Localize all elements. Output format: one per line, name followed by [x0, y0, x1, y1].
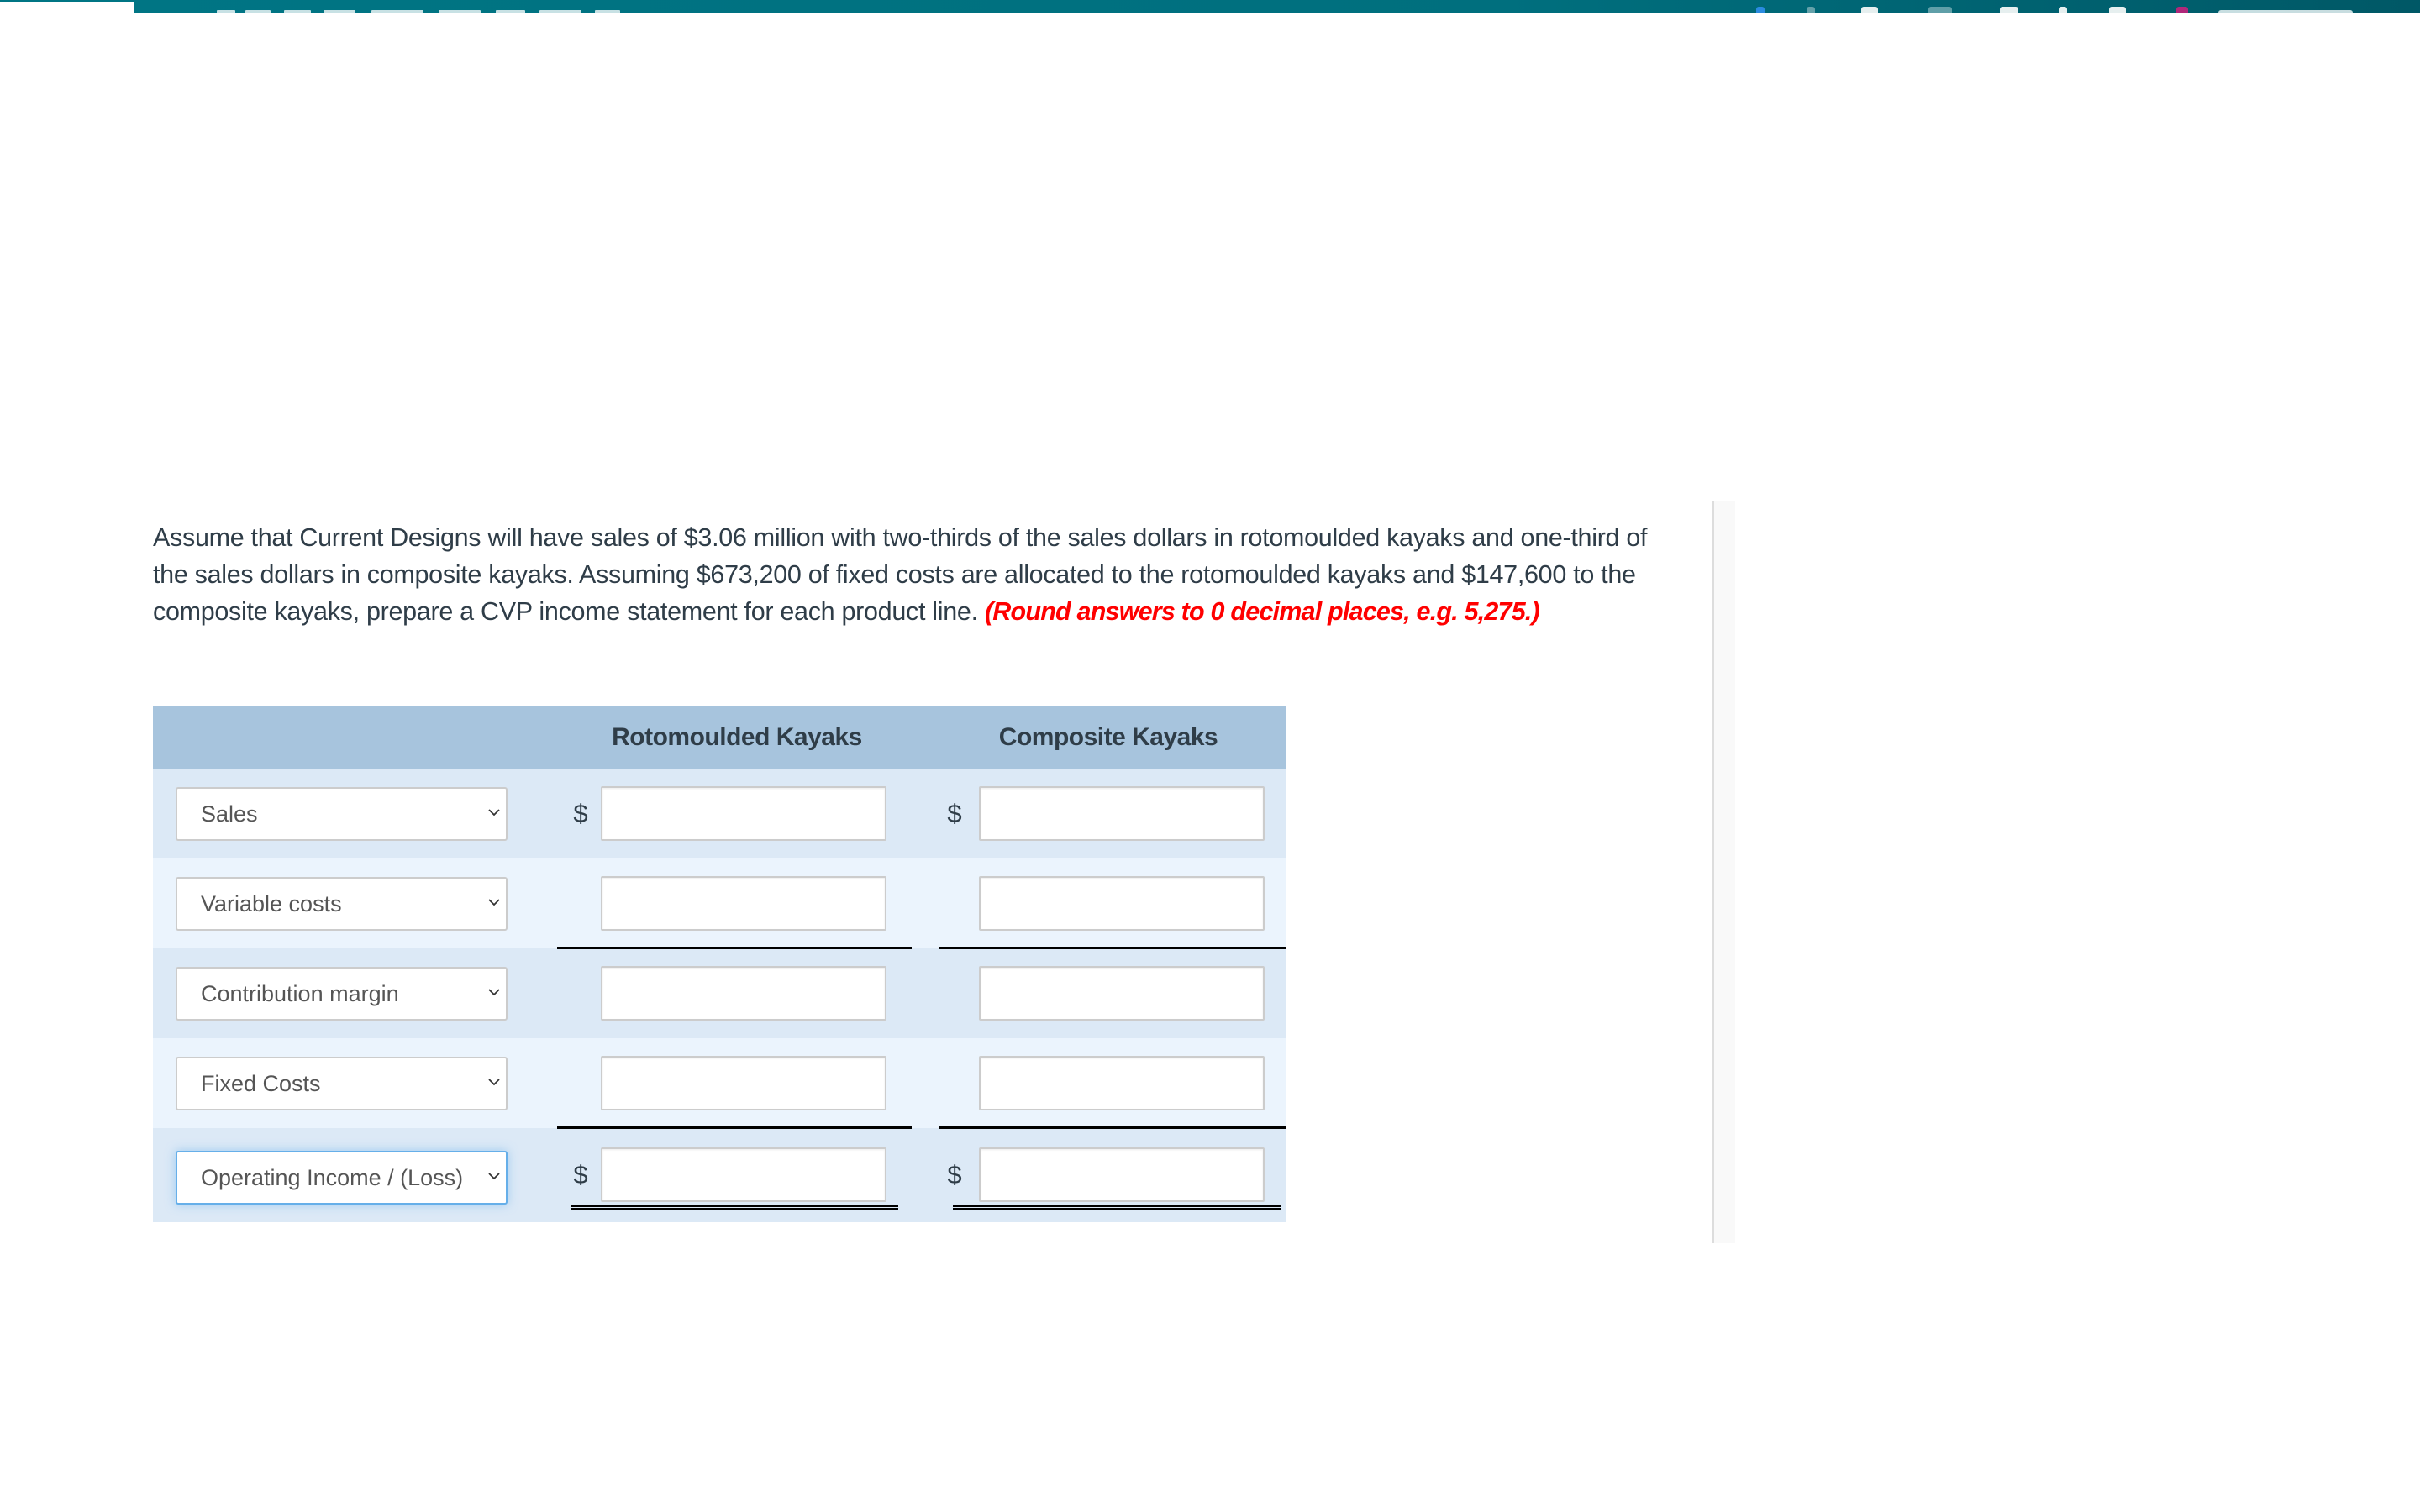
cvp-income-statement-table: Rotomoulded Kayaks Composite Kayaks Sale…: [153, 706, 1286, 1222]
rotomoulded-variable-costs-input[interactable]: [601, 876, 886, 931]
select-value: Variable costs: [201, 891, 342, 916]
table-row-operating-income: Operating Income / (Loss) $ $: [153, 1128, 1286, 1222]
dollar-sign: $: [947, 799, 962, 828]
chevron-down-icon: [488, 899, 500, 906]
status-icon-user[interactable]: [2059, 7, 2067, 13]
select-value: Contribution margin: [201, 981, 399, 1006]
menubar-item[interactable]: [245, 10, 271, 13]
menubar-item[interactable]: [324, 10, 355, 13]
menubar-item[interactable]: [539, 10, 581, 13]
total-double-rule: [571, 1205, 898, 1210]
table-row-variable-costs: Variable costs: [153, 858, 1286, 949]
panel-divider: [1712, 501, 1735, 1243]
status-icon-battery[interactable]: [1928, 7, 1952, 13]
status-icon-blue[interactable]: [1756, 7, 1765, 13]
status-icon-display[interactable]: [2109, 7, 2126, 13]
chevron-down-icon: [488, 1079, 500, 1086]
total-double-rule: [953, 1205, 1281, 1210]
table-row-fixed-costs: Fixed Costs: [153, 1038, 1286, 1129]
column-header-rotomoulded: Rotomoulded Kayaks: [612, 723, 862, 751]
rotomoulded-operating-income-input[interactable]: [601, 1147, 886, 1202]
chevron-down-icon: [488, 1173, 500, 1180]
rotomoulded-sales-input[interactable]: [601, 786, 886, 841]
subtotal-rule: [939, 947, 1286, 949]
line-item-select[interactable]: Sales: [176, 787, 508, 841]
status-icon-pen[interactable]: [1807, 7, 1815, 13]
menubar-item[interactable]: [371, 10, 424, 13]
select-value: Sales: [201, 801, 258, 827]
table-row-sales: Sales $ $: [153, 769, 1286, 858]
table-header: Rotomoulded Kayaks Composite Kayaks: [153, 706, 1286, 769]
subtotal-rule: [557, 1126, 912, 1129]
menubar-item[interactable]: [496, 10, 525, 13]
line-item-select[interactable]: Contribution margin: [176, 967, 508, 1021]
dollar-sign: $: [947, 1160, 962, 1189]
menubar-item[interactable]: [217, 10, 235, 13]
dollar-sign: $: [573, 1160, 588, 1189]
status-clock[interactable]: [2218, 10, 2353, 13]
composite-operating-income-input[interactable]: [979, 1147, 1265, 1202]
line-item-select[interactable]: Operating Income / (Loss): [176, 1151, 508, 1205]
status-icon-wifi[interactable]: [2000, 7, 2018, 13]
chevron-down-icon: [488, 989, 500, 996]
rotomoulded-contribution-margin-input[interactable]: [601, 966, 886, 1021]
column-header-composite: Composite Kayaks: [998, 723, 1218, 751]
status-icon-siri[interactable]: [2176, 7, 2188, 13]
question-text: Assume that Current Designs will have sa…: [153, 519, 1682, 630]
composite-sales-input[interactable]: [979, 786, 1265, 841]
chevron-down-icon: [488, 809, 500, 816]
status-icon-box[interactable]: [1861, 7, 1878, 13]
rounding-hint: (Round answers to 0 decimal places, e.g.…: [984, 597, 1540, 626]
menubar-item[interactable]: [284, 10, 311, 13]
composite-contribution-margin-input[interactable]: [979, 966, 1265, 1021]
select-value: Fixed Costs: [201, 1071, 321, 1096]
select-value: Operating Income / (Loss): [201, 1165, 464, 1190]
composite-variable-costs-input[interactable]: [979, 876, 1265, 931]
line-item-select[interactable]: Variable costs: [176, 877, 508, 931]
system-menubar: [134, 0, 2420, 13]
subtotal-rule: [557, 947, 912, 949]
menubar-left-gap: [0, 0, 134, 13]
menubar-item[interactable]: [439, 10, 481, 13]
composite-fixed-costs-input[interactable]: [979, 1056, 1265, 1110]
table-row-contribution-margin: Contribution margin: [153, 948, 1286, 1038]
rotomoulded-fixed-costs-input[interactable]: [601, 1056, 886, 1110]
dollar-sign: $: [573, 799, 588, 828]
menubar-item[interactable]: [595, 10, 620, 13]
subtotal-rule: [939, 1126, 1286, 1129]
line-item-select[interactable]: Fixed Costs: [176, 1057, 508, 1110]
